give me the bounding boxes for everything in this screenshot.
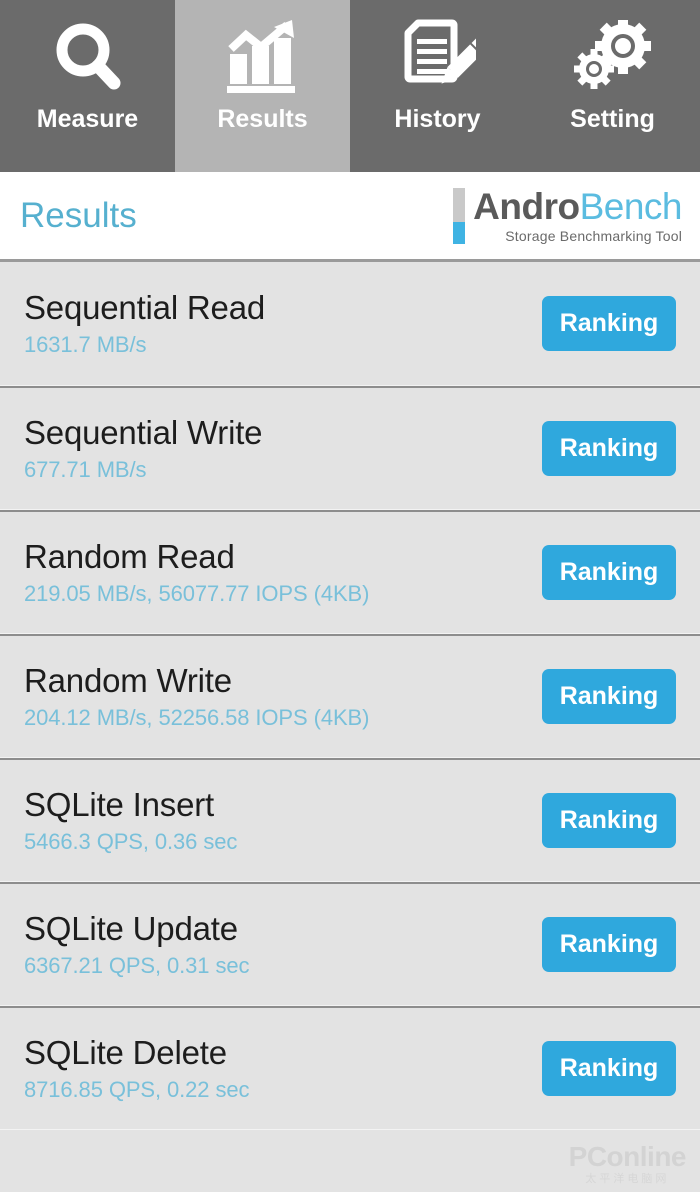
result-value: 204.12 MB/s, 52256.58 IOPS (4KB) — [24, 704, 370, 730]
result-info: Sequential Write 677.71 MB/s — [24, 413, 263, 485]
ranking-button[interactable]: Ranking — [542, 917, 676, 972]
result-name: Sequential Read — [24, 288, 266, 326]
tab-measure[interactable]: Measure — [0, 0, 175, 172]
result-info: SQLite Insert 5466.3 QPS, 0.36 sec — [24, 785, 237, 857]
ranking-button[interactable]: Ranking — [542, 1041, 676, 1096]
table-row: Sequential Read 1631.7 MB/s Ranking — [0, 262, 700, 386]
tab-results-label: Results — [217, 105, 308, 133]
table-row: SQLite Delete 8716.85 QPS, 0.22 sec Rank… — [0, 1006, 700, 1130]
watermark-main-text: PConline — [568, 1141, 687, 1172]
tab-history-label: History — [394, 105, 481, 133]
logo-bar-bottom — [453, 221, 466, 244]
table-row: SQLite Update 6367.21 QPS, 0.31 sec Rank… — [0, 882, 700, 1006]
tab-results[interactable]: Results — [175, 0, 350, 172]
result-value: 677.71 MB/s — [24, 456, 147, 482]
result-value: 6367.21 QPS, 0.31 sec — [24, 952, 250, 978]
tab-setting[interactable]: Setting — [525, 0, 700, 172]
result-value: 5466.3 QPS, 0.36 sec — [24, 828, 238, 854]
results-list: Sequential Read 1631.7 MB/s Ranking Sequ… — [0, 262, 700, 1130]
tab-setting-label: Setting — [570, 105, 655, 133]
result-name: Sequential Write — [24, 413, 263, 451]
result-info: SQLite Delete 8716.85 QPS, 0.22 sec — [24, 1033, 249, 1105]
table-row: SQLite Insert 5466.3 QPS, 0.36 sec Ranki… — [0, 758, 700, 882]
result-value: 219.05 MB/s, 56077.77 IOPS (4KB) — [24, 580, 370, 606]
page-title: Results — [20, 195, 137, 235]
result-name: Random Write — [24, 661, 232, 699]
watermark: PConline 太平洋电脑网 — [568, 1141, 687, 1186]
ranking-button[interactable]: Ranking — [542, 421, 676, 476]
tab-measure-label: Measure — [36, 105, 139, 133]
table-row: Sequential Write 677.71 MB/s Ranking — [0, 386, 700, 510]
main-tab-bar: Measure Results History Setting — [0, 0, 700, 172]
ranking-button[interactable]: Ranking — [542, 545, 676, 600]
logo-tagline: Storage Benchmarking Tool — [505, 227, 682, 244]
logo-wordmark: AndroBench — [473, 185, 683, 227]
ranking-button[interactable]: Ranking — [542, 296, 676, 351]
magnifier-icon — [0, 14, 175, 100]
ranking-button[interactable]: Ranking — [542, 793, 676, 848]
document-pencil-icon — [350, 14, 525, 100]
page-header: Results AndroBench Storage Benchmarking … — [0, 172, 700, 262]
result-info: Random Read 219.05 MB/s, 56077.77 IOPS (… — [24, 537, 369, 609]
result-name: Random Read — [24, 537, 235, 575]
logo-bar-top — [453, 187, 466, 222]
androbench-logo: AndroBench Storage Benchmarking Tool — [453, 185, 683, 244]
result-value: 1631.7 MB/s — [24, 331, 147, 357]
result-info: Sequential Read 1631.7 MB/s — [24, 288, 265, 360]
result-info: Random Write 204.12 MB/s, 52256.58 IOPS … — [24, 661, 369, 733]
table-row: Random Write 204.12 MB/s, 52256.58 IOPS … — [0, 634, 700, 758]
watermark-sub-text: 太平洋电脑网 — [585, 1173, 670, 1185]
result-value: 8716.85 QPS, 0.22 sec — [24, 1076, 250, 1102]
bar-chart-arrow-icon — [175, 14, 350, 100]
logo-text: AndroBench Storage Benchmarking Tool — [473, 185, 683, 244]
logo-word-andro: Andro — [473, 185, 580, 227]
result-name: SQLite Update — [24, 909, 238, 947]
footer-area: PConline 太平洋电脑网 — [0, 1130, 700, 1192]
tab-history[interactable]: History — [350, 0, 525, 172]
logo-bar-icon — [453, 187, 466, 244]
result-name: SQLite Delete — [24, 1033, 227, 1071]
logo-word-bench: Bench — [579, 185, 683, 227]
result-name: SQLite Insert — [24, 785, 214, 823]
gears-icon — [525, 14, 700, 100]
table-row: Random Read 219.05 MB/s, 56077.77 IOPS (… — [0, 510, 700, 634]
ranking-button[interactable]: Ranking — [542, 669, 676, 724]
result-info: SQLite Update 6367.21 QPS, 0.31 sec — [24, 909, 249, 981]
